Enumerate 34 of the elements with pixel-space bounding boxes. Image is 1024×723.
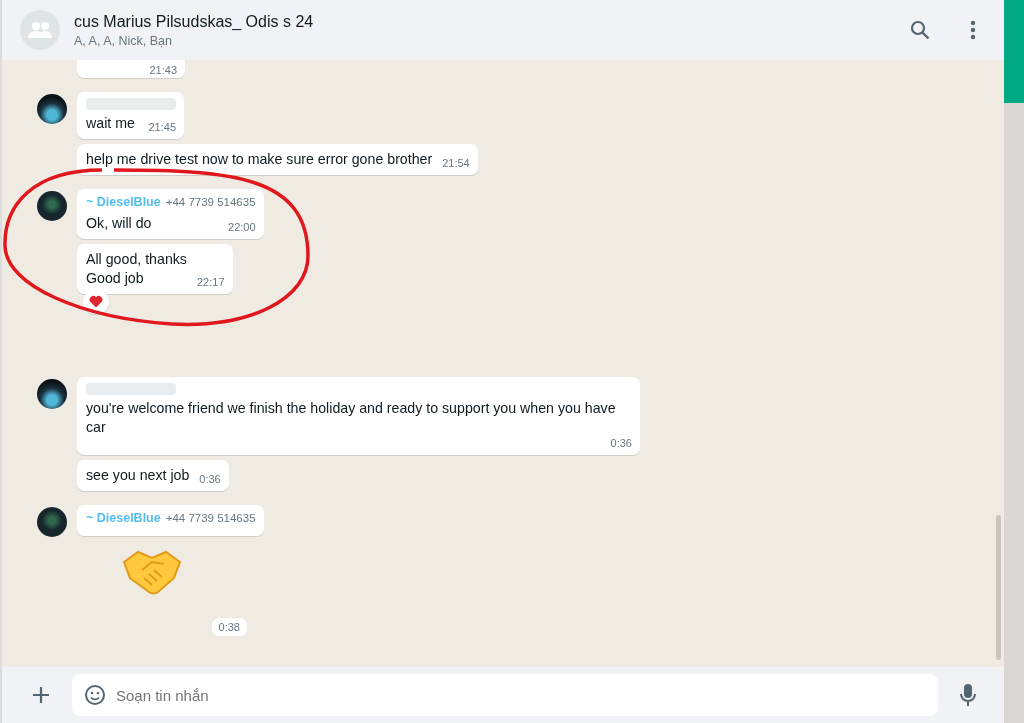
avatar[interactable] [37, 191, 67, 221]
message-time: 22:17 [196, 276, 225, 288]
handshake-icon [122, 548, 182, 596]
message-text: help me drive test now to make sure error gone brother [86, 150, 433, 169]
message-field[interactable]: Soạn tin nhắn [72, 674, 938, 716]
message-time: 0:36 [199, 473, 221, 485]
message-time: 21:43 [149, 64, 177, 76]
chat-members: A, A, A, Nick, Bạn [74, 33, 173, 48]
avatar[interactable] [37, 507, 67, 537]
avatar[interactable] [37, 94, 67, 124]
message-time: 0:36 [610, 437, 632, 449]
message-time: 22:00 [228, 221, 256, 233]
scrollbar[interactable] [996, 515, 1001, 660]
avatar[interactable] [37, 379, 67, 409]
message-text: wait me [86, 114, 136, 133]
sender-phone: +44 7739 514635 [165, 512, 256, 524]
sticker-icon[interactable] [84, 684, 106, 706]
message-time: 21:54 [442, 157, 470, 169]
chat-title: cus Marius Pilsudskas_ Odis s 24 [74, 12, 315, 31]
plus-icon[interactable] [32, 686, 50, 704]
message-text: Ok, will do [86, 214, 153, 233]
sender-name[interactable]: ~ DieselBlue [86, 511, 161, 525]
message-text: see you next job [86, 466, 190, 485]
menu-icon[interactable] [970, 20, 976, 40]
message-text: All good, thanks Good job [86, 250, 187, 288]
heart-icon [89, 295, 103, 308]
group-avatar [20, 10, 60, 50]
sender-phone: +44 7739 514635 [165, 196, 256, 208]
message-text: you're welcome friend we finish the holiday and ready to support you when you have car [86, 399, 617, 437]
message-time: 21:45 [148, 121, 176, 133]
sender-name[interactable]: ~ DieselBlue [86, 195, 161, 209]
message-time: 0:38 [211, 618, 247, 636]
search-icon[interactable] [910, 20, 930, 40]
microphone-icon[interactable] [960, 683, 976, 707]
